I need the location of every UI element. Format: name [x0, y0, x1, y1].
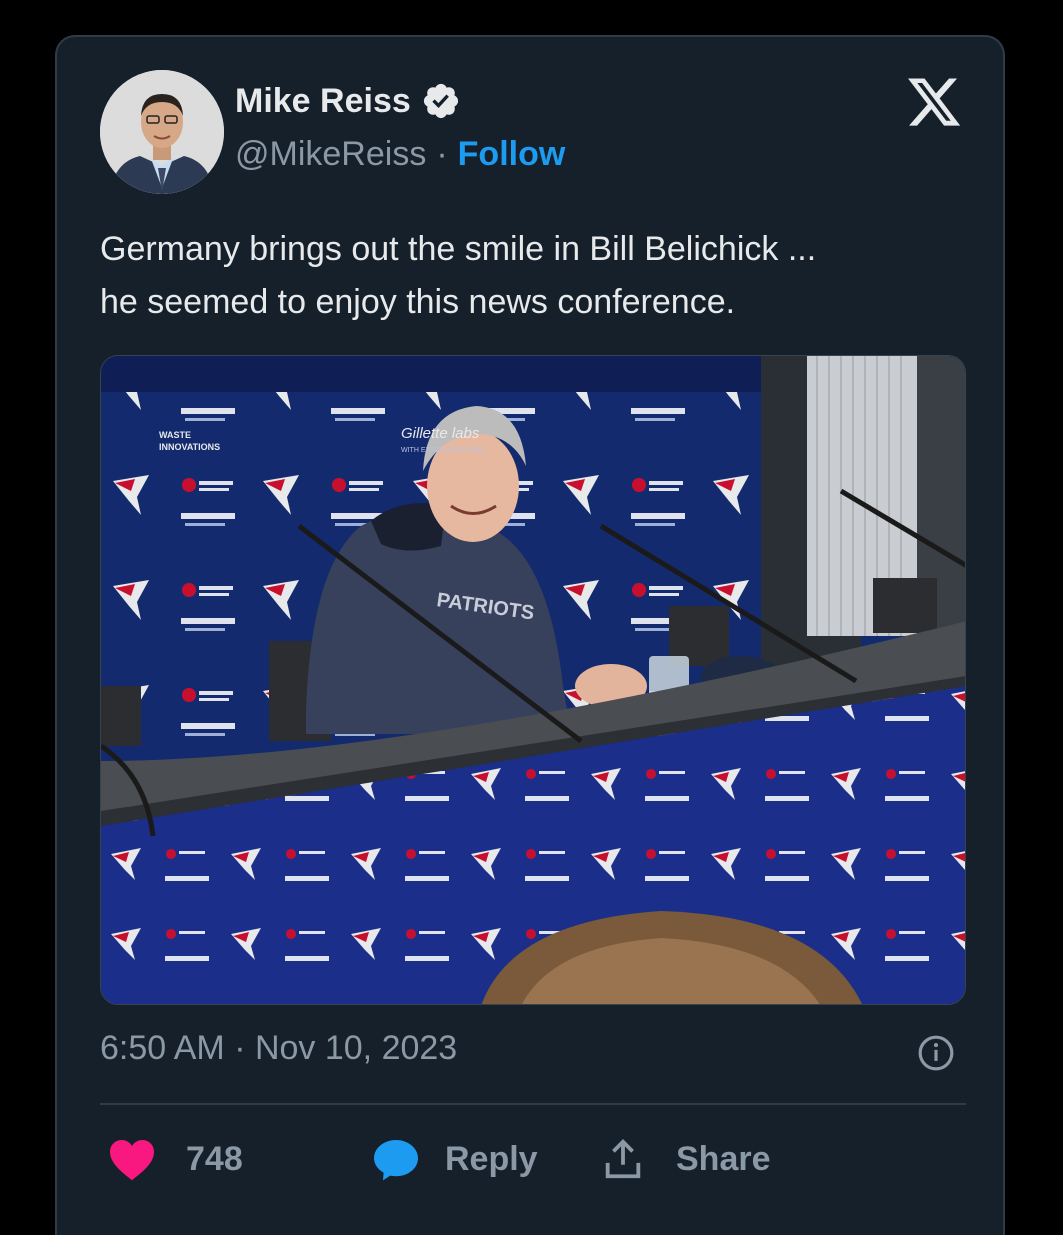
info-icon[interactable]: [917, 1034, 955, 1072]
like-button[interactable]: 748: [108, 1133, 243, 1185]
sponsor-waste-text: WASTE: [159, 430, 191, 440]
tweet-text-line: he seemed to enjoy this news conference.: [100, 283, 736, 321]
avatar[interactable]: [100, 70, 224, 194]
verified-badge-icon: [423, 83, 458, 119]
reply-button[interactable]: Reply: [372, 1133, 538, 1185]
follow-button[interactable]: Follow: [458, 135, 566, 174]
sponsor-subtext: WITH EXFOLIATING BAR: [401, 447, 483, 454]
author-handle[interactable]: @MikeReiss: [235, 135, 426, 174]
author-name[interactable]: Mike Reiss: [235, 82, 411, 121]
sponsor-logo-text: Gillette labs: [401, 425, 480, 442]
author-handle-row: @MikeReiss · Follow: [235, 135, 565, 174]
tweet-actions: 748 Reply Share: [100, 1133, 966, 1185]
divider: [100, 1103, 966, 1105]
tweet-timestamp[interactable]: 6:50 AM · Nov 10, 2023: [100, 1029, 457, 1068]
share-label: Share: [676, 1139, 771, 1178]
tweet-media-photo[interactable]: PATRIOTS Gillette labs WITH EXFOLIATING …: [100, 355, 966, 1005]
tweet-text: Germany brings out the smile in Bill Bel…: [100, 223, 950, 329]
separator-dot: ·: [436, 135, 448, 173]
share-icon: [605, 1139, 641, 1179]
like-count: 748: [186, 1139, 243, 1178]
author-name-row: Mike Reiss: [235, 81, 461, 121]
tweet-card: Mike Reiss @MikeReiss · Follow Germany b…: [55, 35, 1005, 1235]
press-conference-photo: PATRIOTS Gillette labs WITH EXFOLIATING …: [101, 356, 965, 1004]
reply-label: Reply: [445, 1139, 538, 1178]
share-button[interactable]: Share: [600, 1133, 771, 1185]
tweet-text-line: Germany brings out the smile in Bill Bel…: [100, 230, 817, 268]
heart-icon: [110, 1140, 154, 1181]
sponsor-innovations-text: INNOVATIONS: [159, 442, 220, 452]
reply-bubble-icon: [374, 1140, 418, 1181]
x-logo-icon[interactable]: [905, 73, 963, 131]
